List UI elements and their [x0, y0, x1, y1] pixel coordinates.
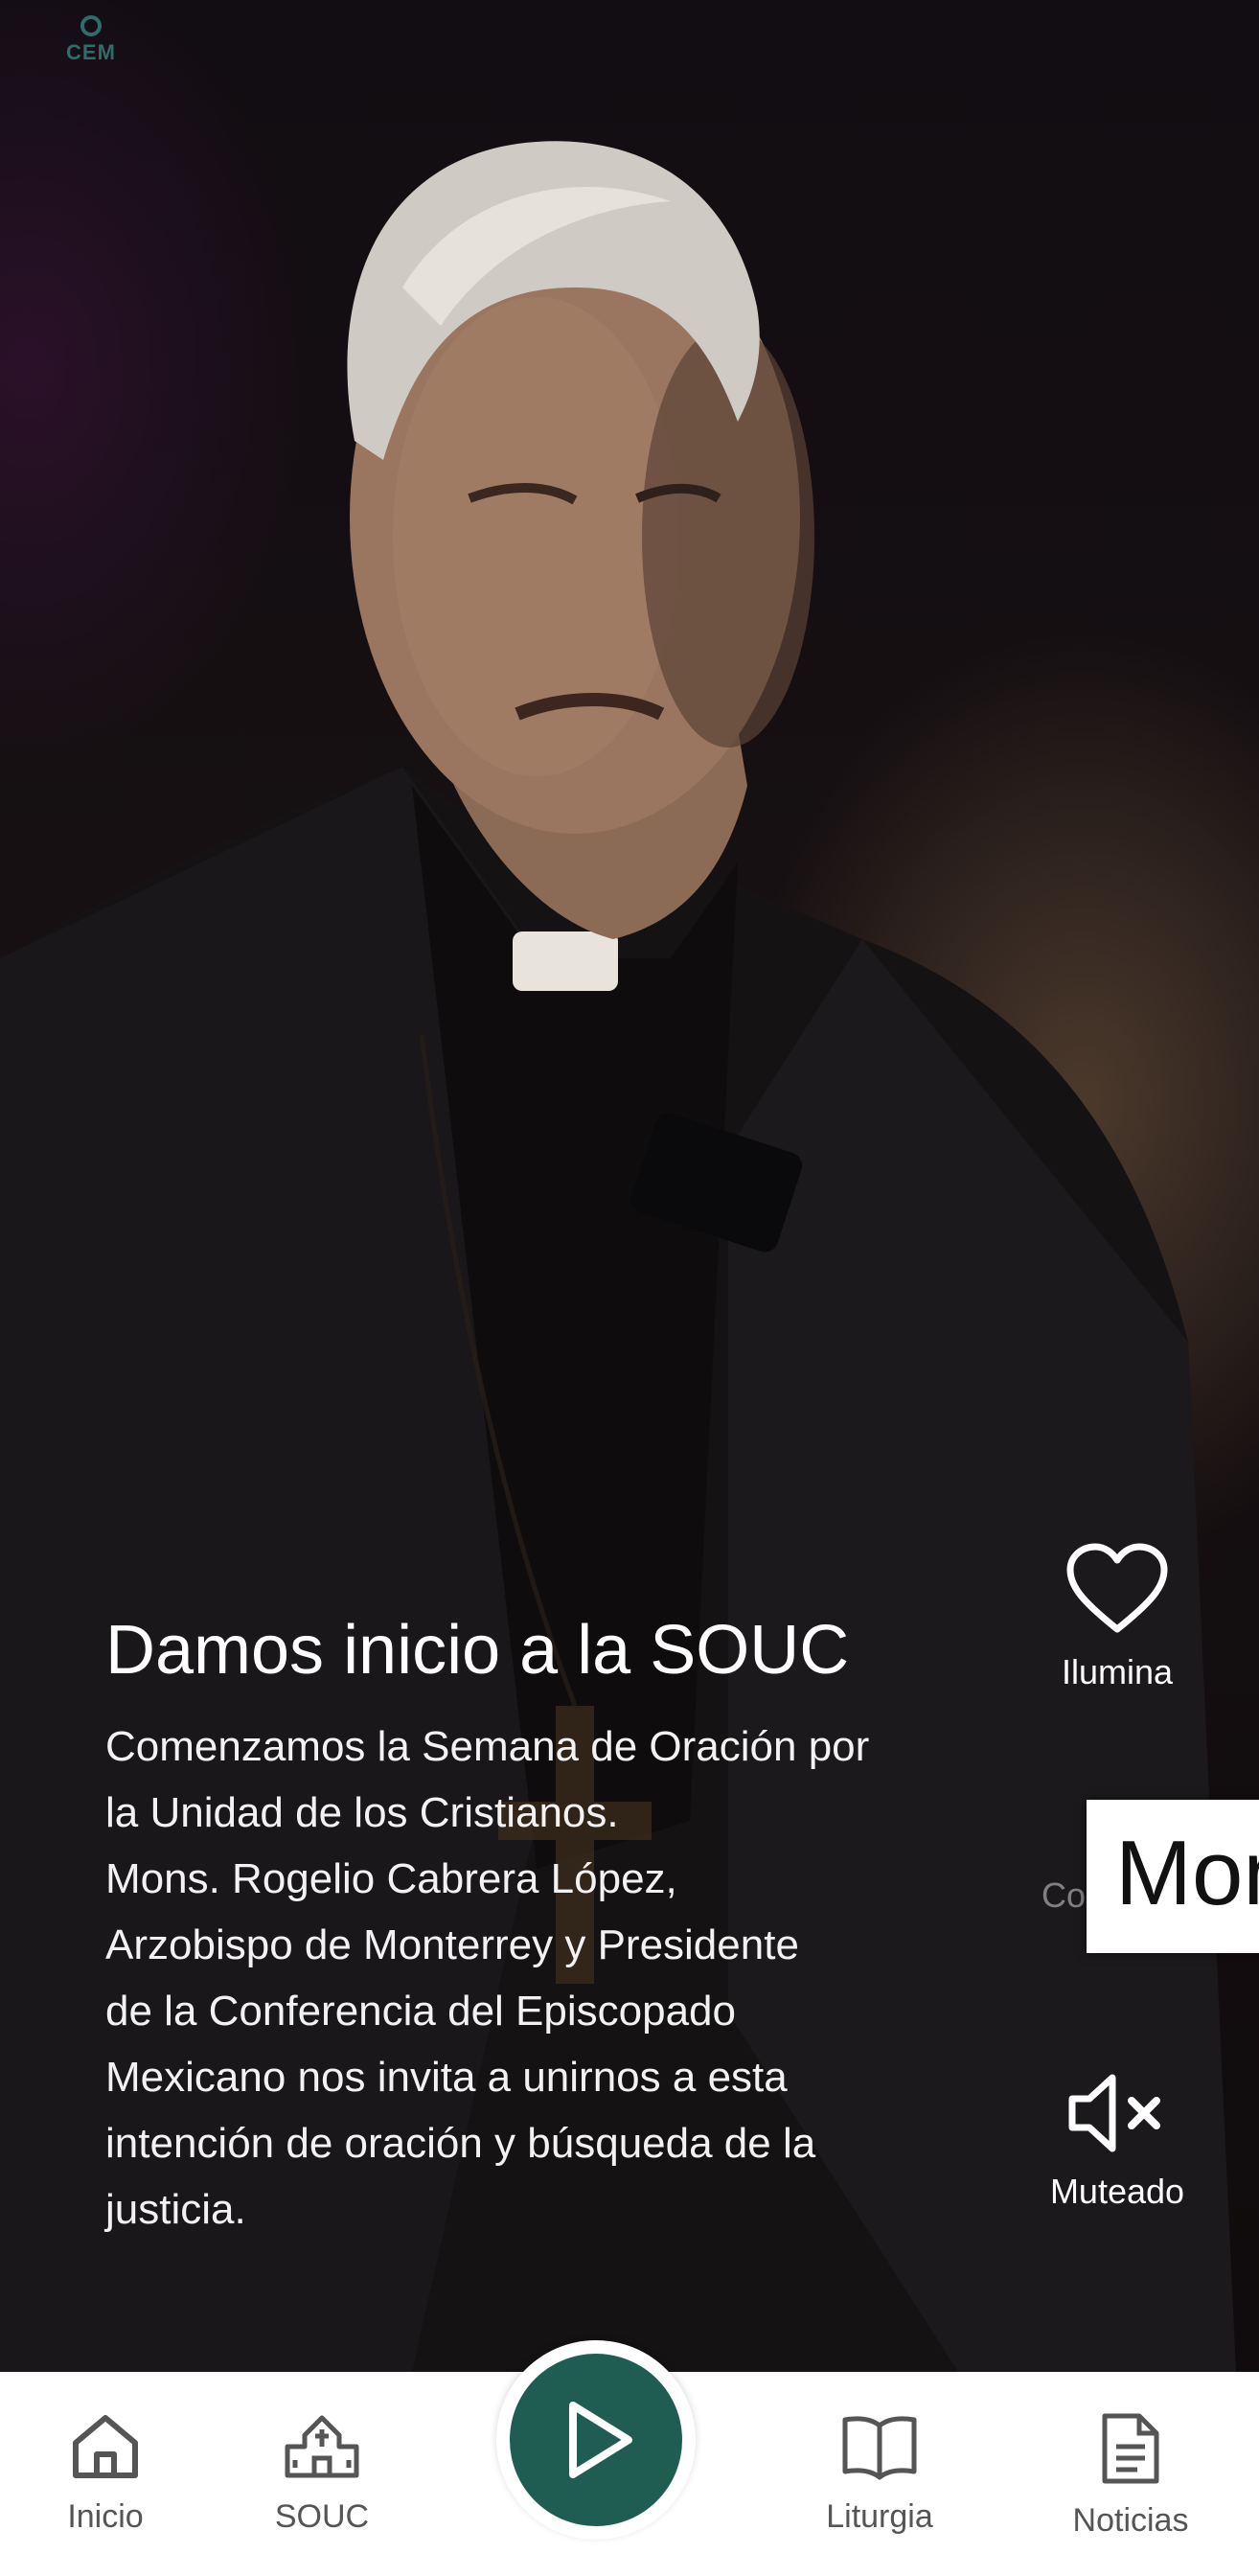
book-icon: [842, 2416, 917, 2480]
video-description: Comenzamos la Semana de Oración por la U…: [105, 1723, 870, 2233]
video-title: Damos inicio a la SOUC: [105, 1612, 850, 1689]
document-icon: [1102, 2413, 1159, 2484]
nav-item-souc[interactable]: SOUC: [226, 2412, 418, 2536]
mute-button[interactable]: Muteado: [1012, 2070, 1223, 2212]
cem-logo: CEM: [57, 15, 125, 77]
video-player[interactable]: CEM Damos inicio a la SOUC Comenzamos la…: [0, 0, 1259, 2372]
play-icon: [569, 2402, 632, 2478]
play-button[interactable]: [510, 2354, 682, 2526]
home-icon: [73, 2415, 138, 2478]
share-tooltip: Mon: [1087, 1800, 1259, 1953]
nav-label-inicio: Inicio: [67, 2498, 144, 2535]
tooltip-text: Mon: [1115, 1822, 1259, 1924]
nav-item-inicio[interactable]: Inicio: [10, 2412, 201, 2536]
nav-label-noticias: Noticias: [1072, 2502, 1189, 2539]
church-icon: [285, 2415, 359, 2478]
like-label: Ilumina: [1061, 1652, 1174, 1691]
speaker-muted-icon: [1068, 2074, 1160, 2152]
nav-label-souc: SOUC: [274, 2498, 370, 2535]
play-button-container: [496, 2340, 696, 2540]
nav-label-liturgia: Liturgia: [826, 2498, 933, 2535]
nav-item-liturgia[interactable]: Liturgia: [784, 2412, 975, 2536]
like-button[interactable]: Ilumina: [1012, 1543, 1223, 1692]
video-caption: Damos inicio a la SOUC Comenzamos la Sem…: [105, 1610, 968, 2242]
heart-icon: [1066, 1543, 1168, 1633]
mute-label: Muteado: [1049, 2172, 1185, 2211]
nav-item-noticias[interactable]: Noticias: [1035, 2412, 1226, 2540]
logo-text: CEM: [66, 40, 116, 64]
